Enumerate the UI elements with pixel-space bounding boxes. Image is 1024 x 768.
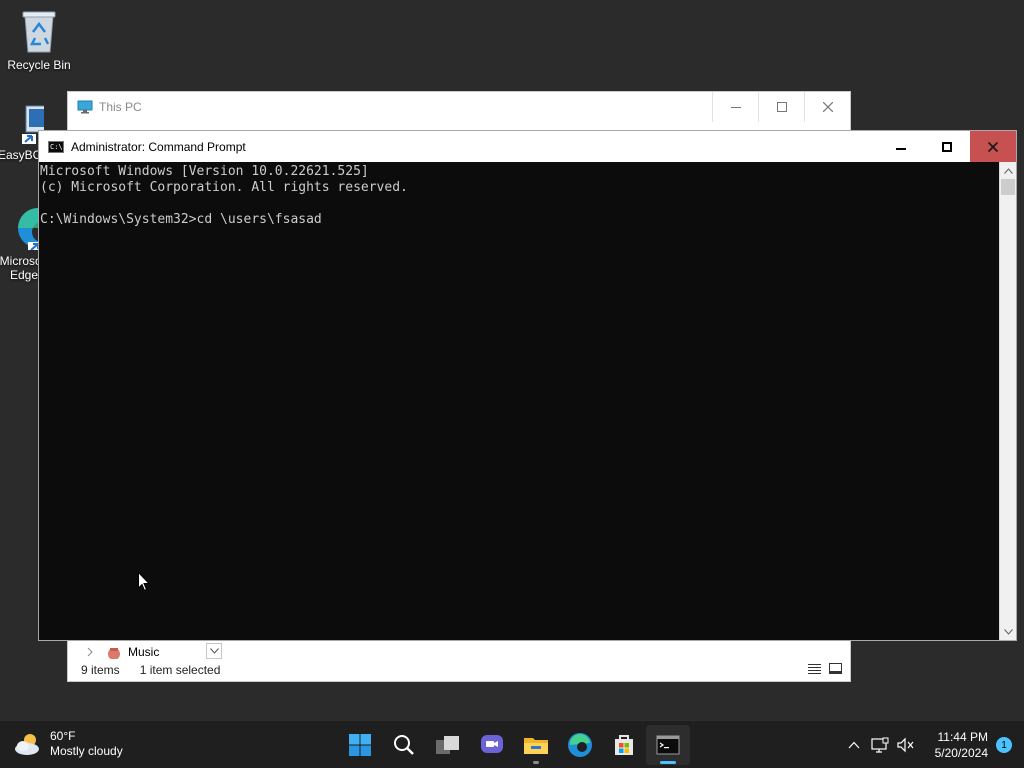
- network-icon: [871, 737, 889, 753]
- cmd-minimize-button[interactable]: [878, 131, 924, 162]
- system-tray: 11:44 PM 5/20/2024 1: [841, 721, 1024, 768]
- chat-button[interactable]: [470, 725, 514, 765]
- chevron-up-icon: [848, 741, 860, 749]
- volume-muted-icon: [897, 737, 914, 753]
- cmd-title-bar[interactable]: C:\ Administrator: Command Prompt: [39, 131, 1016, 162]
- close-icon: [988, 141, 998, 152]
- console-line: (c) Microsoft Corporation. All rights re…: [40, 180, 408, 195]
- console-scrollbar[interactable]: [999, 162, 1016, 640]
- chat-icon: [481, 735, 503, 753]
- command-prompt-window[interactable]: C:\ Administrator: Command Prompt Micros…: [38, 130, 1017, 641]
- status-item-count: 9 items: [81, 663, 120, 677]
- minimize-icon: [730, 107, 741, 108]
- maximize-icon: [776, 102, 787, 112]
- scroll-down-button[interactable]: [1000, 623, 1016, 640]
- console-output[interactable]: Microsoft Windows [Version 10.0.22621.52…: [39, 162, 1000, 640]
- scroll-thumb[interactable]: [1001, 179, 1015, 195]
- clock-time: 11:44 PM: [937, 730, 988, 744]
- console-prompt-line: C:\Windows\System32>cd \users\fsasad: [40, 212, 322, 227]
- close-icon: [822, 102, 833, 112]
- cmd-maximize-button[interactable]: [924, 131, 970, 162]
- console-line: Microsoft Windows [Version 10.0.22621.52…: [40, 164, 369, 179]
- taskbar-apps: [338, 721, 690, 768]
- clock-date: 5/20/2024: [934, 746, 988, 760]
- start-button[interactable]: [338, 725, 382, 765]
- explorer-status-bar: 9 items 1 item selected: [68, 659, 850, 681]
- explorer-maximize-button[interactable]: [758, 92, 804, 122]
- explorer-title-bar[interactable]: This PC: [68, 92, 850, 122]
- cloudy-weather-icon: [15, 734, 39, 755]
- explorer-title: This PC: [99, 100, 142, 114]
- show-hidden-icons-button[interactable]: [841, 730, 867, 760]
- start-icon: [349, 734, 371, 756]
- weather-widget[interactable]: 60°F Mostly cloudy: [14, 729, 123, 759]
- taskbar: 60°F Mostly cloudy 11:44 PM 5/20/2024 1: [0, 720, 1024, 768]
- network-button[interactable]: [867, 730, 893, 760]
- large-icons-view-button[interactable]: [829, 663, 842, 677]
- terminal-icon: [656, 735, 680, 755]
- cmd-close-button[interactable]: [970, 131, 1016, 162]
- chevron-down-icon: [209, 648, 219, 654]
- file-explorer-button[interactable]: [514, 725, 558, 765]
- active-indicator: [660, 761, 676, 764]
- status-selected-count: 1 item selected: [139, 663, 221, 677]
- nav-item-label: Music: [128, 645, 160, 659]
- taskbar-clock[interactable]: 11:44 PM 5/20/2024: [935, 729, 988, 761]
- nav-pane-scroll-down-button[interactable]: [206, 643, 222, 659]
- chevron-up-icon: [1003, 167, 1013, 174]
- mouse-pointer-icon: [138, 572, 150, 592]
- volume-button[interactable]: [893, 730, 919, 760]
- maximize-icon: [942, 141, 952, 152]
- cmd-title: Administrator: Command Prompt: [71, 139, 246, 154]
- chevron-right-icon: [87, 647, 93, 657]
- search-button[interactable]: [382, 725, 426, 765]
- command-prompt-taskbar-button[interactable]: [646, 725, 690, 765]
- weather-temperature: 60°F: [50, 729, 76, 743]
- chevron-down-icon: [1003, 628, 1013, 635]
- edge-button[interactable]: [558, 725, 602, 765]
- task-view-icon: [436, 736, 459, 754]
- store-button[interactable]: [602, 725, 646, 765]
- minimize-icon: [896, 147, 906, 150]
- explorer-minimize-button[interactable]: [712, 92, 758, 122]
- cmd-icon: C:\: [48, 140, 64, 153]
- recycle-bin-icon: [22, 11, 56, 53]
- desktop-icon-recycle-bin[interactable]: Recycle Bin: [1, 8, 77, 72]
- details-view-icon: [808, 664, 821, 674]
- notification-badge[interactable]: 1: [996, 737, 1012, 753]
- monitor-icon: [77, 100, 93, 114]
- weather-condition: Mostly cloudy: [50, 744, 123, 758]
- scroll-up-button[interactable]: [1000, 162, 1016, 179]
- search-icon: [394, 735, 414, 755]
- task-view-button[interactable]: [426, 725, 470, 765]
- store-icon: [615, 735, 633, 755]
- music-folder-icon: [108, 648, 120, 659]
- running-indicator: [533, 761, 539, 764]
- file-explorer-icon: [524, 738, 548, 754]
- explorer-close-button[interactable]: [804, 92, 850, 122]
- details-view-button[interactable]: [808, 663, 821, 677]
- edge-icon: [568, 733, 592, 757]
- recycle-bin-label: Recycle Bin: [7, 58, 71, 72]
- large-icons-view-icon: [829, 663, 842, 674]
